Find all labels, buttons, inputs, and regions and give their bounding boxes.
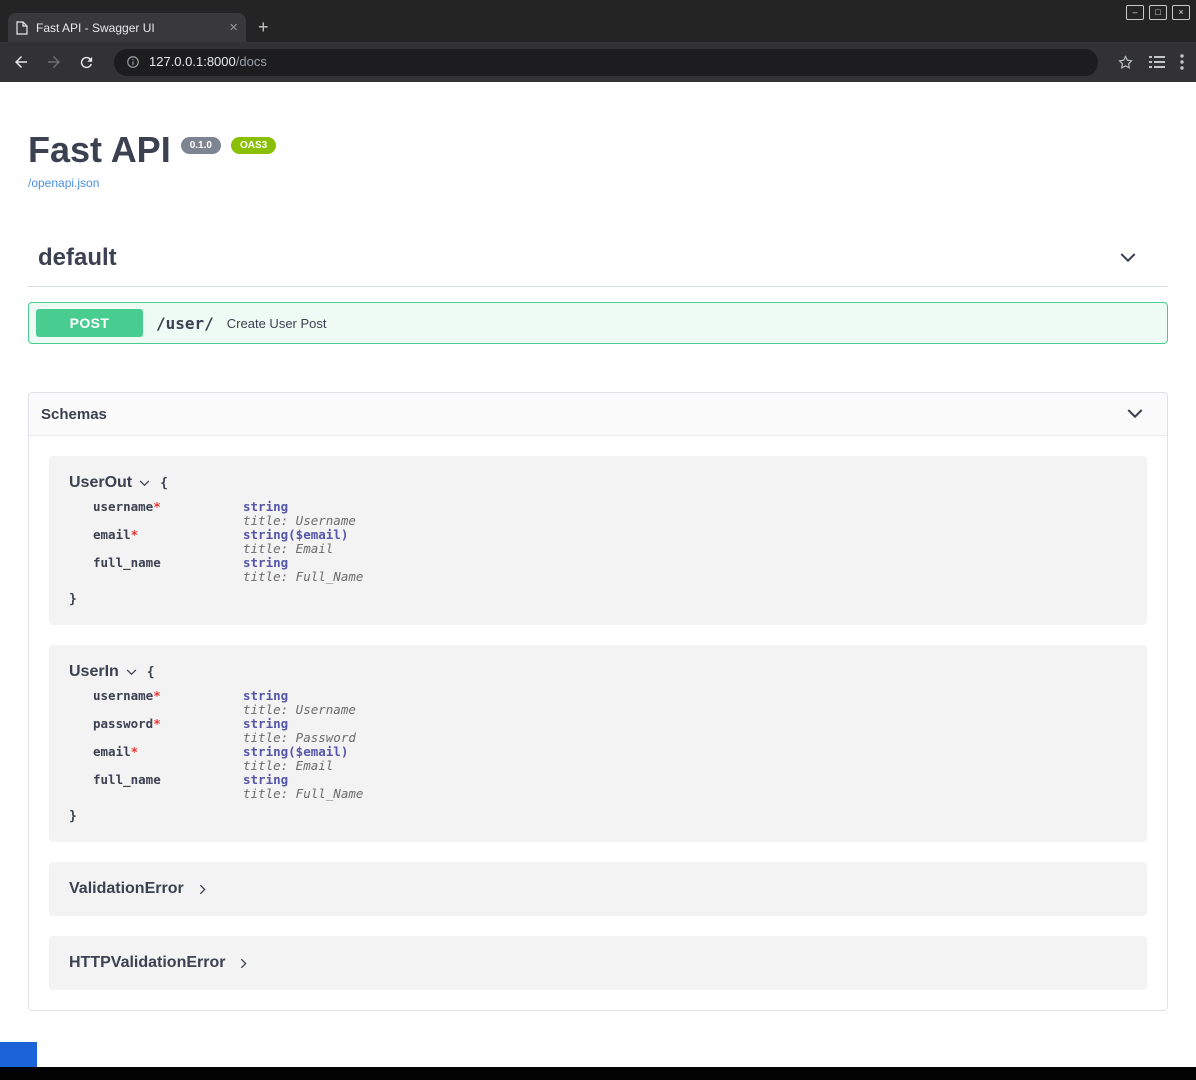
model-name: ValidationError <box>69 880 184 898</box>
new-tab-button[interactable]: + <box>258 18 269 36</box>
openapi-spec-link[interactable]: /openapi.json <box>28 176 99 190</box>
property-row: email* string($email) title: Email <box>93 745 1127 773</box>
operation-summary: Create User Post <box>227 316 327 331</box>
model-httpvalidationerror: HTTPValidationError <box>49 936 1147 990</box>
required-star: * <box>153 688 161 703</box>
property-row: email* string($email) title: Email <box>93 528 1127 556</box>
model-toggle[interactable]: UserIn { <box>69 663 1127 681</box>
model-toggle[interactable]: UserOut { <box>69 474 1127 492</box>
method-badge: POST <box>36 309 143 337</box>
property-name: password <box>93 716 153 731</box>
property-name: full_name <box>93 772 161 787</box>
status-bubble <box>0 1042 37 1067</box>
property-row: username* string title: Username <box>93 500 1127 528</box>
document-icon <box>16 21 28 35</box>
menu-icon[interactable] <box>1180 54 1184 70</box>
tag-title: default <box>38 244 117 272</box>
required-star: * <box>131 744 139 759</box>
oas-badge: OAS3 <box>231 137 276 154</box>
browser-tab-strip: – □ × Fast API - Swagger UI × + <box>0 0 1196 42</box>
tab-title: Fast API - Swagger UI <box>36 21 221 35</box>
schemas-title: Schemas <box>41 406 107 423</box>
chevron-down-icon[interactable] <box>1125 404 1145 424</box>
open-brace: { <box>147 665 155 680</box>
property-title: title: Email <box>243 759 348 773</box>
page-title: Fast API <box>28 130 171 170</box>
schemas-header[interactable]: Schemas <box>29 393 1167 436</box>
bookmark-star-icon[interactable] <box>1117 54 1134 71</box>
chevron-down-icon[interactable] <box>125 666 138 679</box>
required-star: * <box>131 527 139 542</box>
property-name: username <box>93 688 153 703</box>
property-row: username* string title: Username <box>93 689 1127 717</box>
swagger-page: Fast API 0.1.0 OAS3 /openapi.json defaul… <box>0 130 1196 1011</box>
property-type: string($email) <box>243 528 348 542</box>
property-title: title: Username <box>243 703 356 717</box>
close-button[interactable]: × <box>1172 5 1190 20</box>
model-name: UserIn <box>69 663 119 681</box>
property-title: title: Username <box>243 514 356 528</box>
property-type: string <box>243 717 356 731</box>
window-controls: – □ × <box>1126 5 1190 20</box>
property-type: string <box>243 773 363 787</box>
url-text: 127.0.0.1:8000/docs <box>149 53 267 71</box>
close-brace: } <box>69 809 1127 824</box>
property-title: title: Full_Name <box>243 570 363 584</box>
url-host: 127.0.0.1:8000 <box>149 54 236 69</box>
site-info-icon[interactable] <box>126 55 140 69</box>
reload-icon[interactable] <box>78 54 95 71</box>
tab-close-icon[interactable]: × <box>229 20 238 35</box>
property-name: full_name <box>93 555 161 570</box>
api-header: Fast API 0.1.0 OAS3 <box>28 130 1168 170</box>
minimize-button[interactable]: – <box>1126 5 1144 20</box>
property-name: email <box>93 744 131 759</box>
property-title: title: Email <box>243 542 348 556</box>
maximize-button[interactable]: □ <box>1149 5 1167 20</box>
address-bar[interactable]: 127.0.0.1:8000/docs <box>114 49 1098 76</box>
property-type: string($email) <box>243 745 348 759</box>
property-type: string <box>243 556 363 570</box>
property-name: email <box>93 527 131 542</box>
property-list: username* string title: Username passwor… <box>93 689 1127 801</box>
schemas-section: Schemas UserOut { username* <box>28 392 1168 1011</box>
property-type: string <box>243 689 356 703</box>
version-badge: 0.1.0 <box>181 137 221 154</box>
required-star: * <box>153 716 161 731</box>
operation-path: /user/ <box>156 314 214 333</box>
chevron-down-icon[interactable] <box>138 477 151 490</box>
model-userout: UserOut { username* string title: Userna… <box>49 456 1147 625</box>
model-validationerror: ValidationError <box>49 862 1147 916</box>
property-title: title: Full_Name <box>243 787 363 801</box>
opblock-post-user[interactable]: POST /user/ Create User Post <box>28 302 1168 344</box>
close-brace: } <box>69 592 1127 607</box>
required-star: * <box>153 499 161 514</box>
url-path: /docs <box>236 54 267 69</box>
forward-icon[interactable] <box>45 53 63 71</box>
browser-toolbar: 127.0.0.1:8000/docs <box>0 42 1196 82</box>
model-userin: UserIn { username* string title: Usernam… <box>49 645 1147 842</box>
back-icon[interactable] <box>12 53 30 71</box>
property-type: string <box>243 500 356 514</box>
browser-tab[interactable]: Fast API - Swagger UI × <box>8 13 246 42</box>
property-row: full_name string title: Full_Name <box>93 773 1127 801</box>
property-row: password* string title: Password <box>93 717 1127 745</box>
property-name: username <box>93 499 153 514</box>
schemas-body: UserOut { username* string title: Userna… <box>29 436 1167 1010</box>
list-icon[interactable] <box>1149 55 1165 69</box>
bottom-bar <box>0 1067 1196 1080</box>
property-title: title: Password <box>243 731 356 745</box>
chevron-right-icon[interactable] <box>237 957 250 970</box>
tag-section-default[interactable]: default <box>28 244 1168 287</box>
property-list: username* string title: Username email* … <box>93 500 1127 584</box>
model-toggle[interactable]: HTTPValidationError <box>69 954 1127 972</box>
model-name: UserOut <box>69 474 132 492</box>
chevron-right-icon[interactable] <box>196 883 209 896</box>
model-toggle[interactable]: ValidationError <box>69 880 1127 898</box>
property-row: full_name string title: Full_Name <box>93 556 1127 584</box>
chevron-down-icon[interactable] <box>1118 248 1138 268</box>
open-brace: { <box>160 476 168 491</box>
model-name: HTTPValidationError <box>69 954 225 972</box>
